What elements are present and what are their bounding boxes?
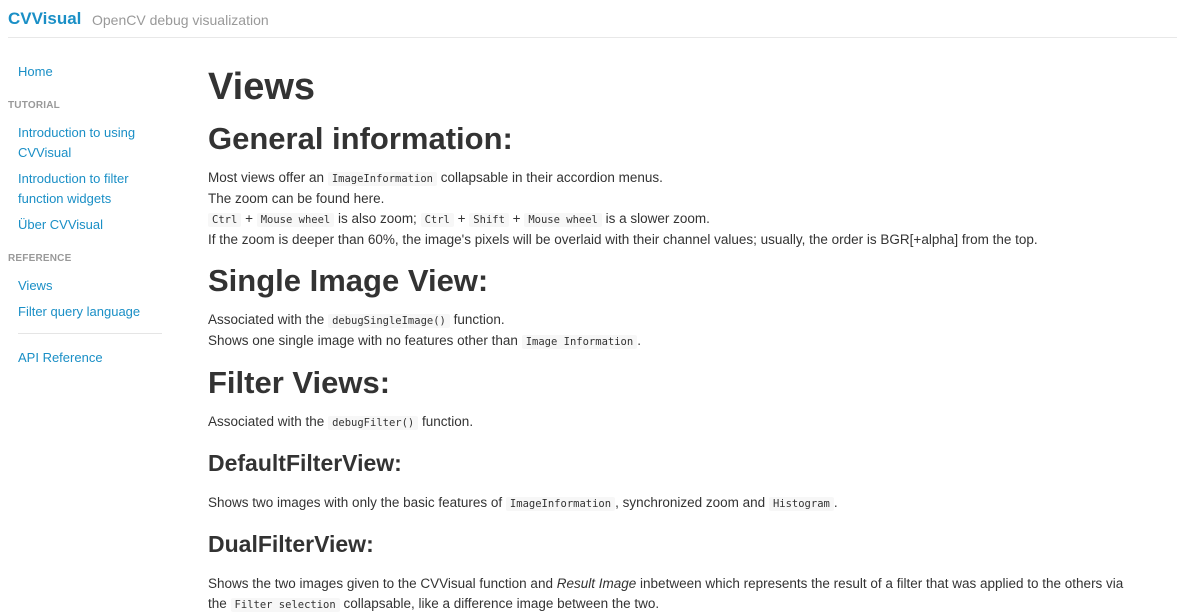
sidebar-divider	[18, 333, 162, 334]
code-image-information: ImageInformation	[327, 172, 437, 186]
code-shift: Shift	[469, 213, 509, 227]
header-divider	[8, 37, 1177, 38]
heading-general-information: General information:	[208, 121, 513, 156]
general-line-3: Ctrl + Mouse wheel is also zoom; Ctrl + …	[208, 209, 1173, 231]
code-debug-single-image: debugSingleImage()	[328, 314, 450, 328]
code-filter-selection: Filter selection	[230, 598, 340, 612]
sidebar-heading-reference: REFERENCE	[8, 253, 72, 264]
emphasis-result-image: Result Image	[556, 576, 637, 591]
code-image-information: ImageInformation	[505, 497, 616, 511]
brand-link[interactable]: CVVisual	[8, 9, 81, 29]
sidebar-item-api-reference[interactable]: API Reference	[18, 348, 158, 368]
sidebar-item-views[interactable]: Views	[18, 276, 158, 296]
sidebar-item-intro-cvvisual[interactable]: Introduction to using CVVisual	[18, 123, 158, 163]
general-line-4: If the zoom is deeper than 60%, the imag…	[208, 232, 1038, 247]
code-debug-filter: debugFilter()	[328, 416, 419, 430]
sidebar-heading-tutorial: TUTORIAL	[8, 100, 60, 111]
top-header: CVVisual OpenCV debug visualization	[0, 0, 1177, 37]
sidebar-item-intro-filter-widgets[interactable]: Introduction to filter function widgets	[18, 169, 158, 209]
general-line-2: The zoom can be found here.	[208, 191, 385, 206]
code-ctrl: Ctrl	[420, 213, 454, 227]
filter-line-1: Associated with the debugFilter() functi…	[208, 414, 474, 430]
sidebar-item-uber-cvvisual[interactable]: Über CVVisual	[18, 215, 158, 235]
sidebar-item-filter-query-language[interactable]: Filter query language	[18, 302, 158, 322]
site-tagline: OpenCV debug visualization	[92, 12, 269, 28]
dual-filter-line-2: the Filter selection collapsable, like a…	[208, 596, 660, 612]
general-line-1: Most views offer an ImageInformation col…	[208, 170, 663, 186]
heading-dual-filter-view: DualFilterView:	[208, 531, 374, 557]
code-ctrl: Ctrl	[208, 213, 242, 227]
code-mouse-wheel: Mouse wheel	[256, 213, 335, 227]
page-title: Views	[208, 66, 316, 108]
code-image-information: Image Information	[521, 335, 638, 349]
code-mouse-wheel: Mouse wheel	[524, 213, 602, 227]
sidebar-item-home[interactable]: Home	[18, 62, 158, 82]
single-line-2: Shows one single image with no features …	[208, 333, 641, 349]
heading-filter-views: Filter Views:	[208, 365, 391, 400]
dual-filter-line-1: Shows the two images given to the CVVisu…	[208, 576, 1124, 591]
heading-default-filter-view: DefaultFilterView:	[208, 450, 402, 476]
code-histogram: Histogram	[768, 497, 834, 511]
default-filter-line-1: Shows two images with only the basic fea…	[208, 495, 838, 511]
single-line-1: Associated with the debugSingleImage() f…	[208, 312, 505, 328]
heading-single-image-view: Single Image View:	[208, 263, 489, 298]
